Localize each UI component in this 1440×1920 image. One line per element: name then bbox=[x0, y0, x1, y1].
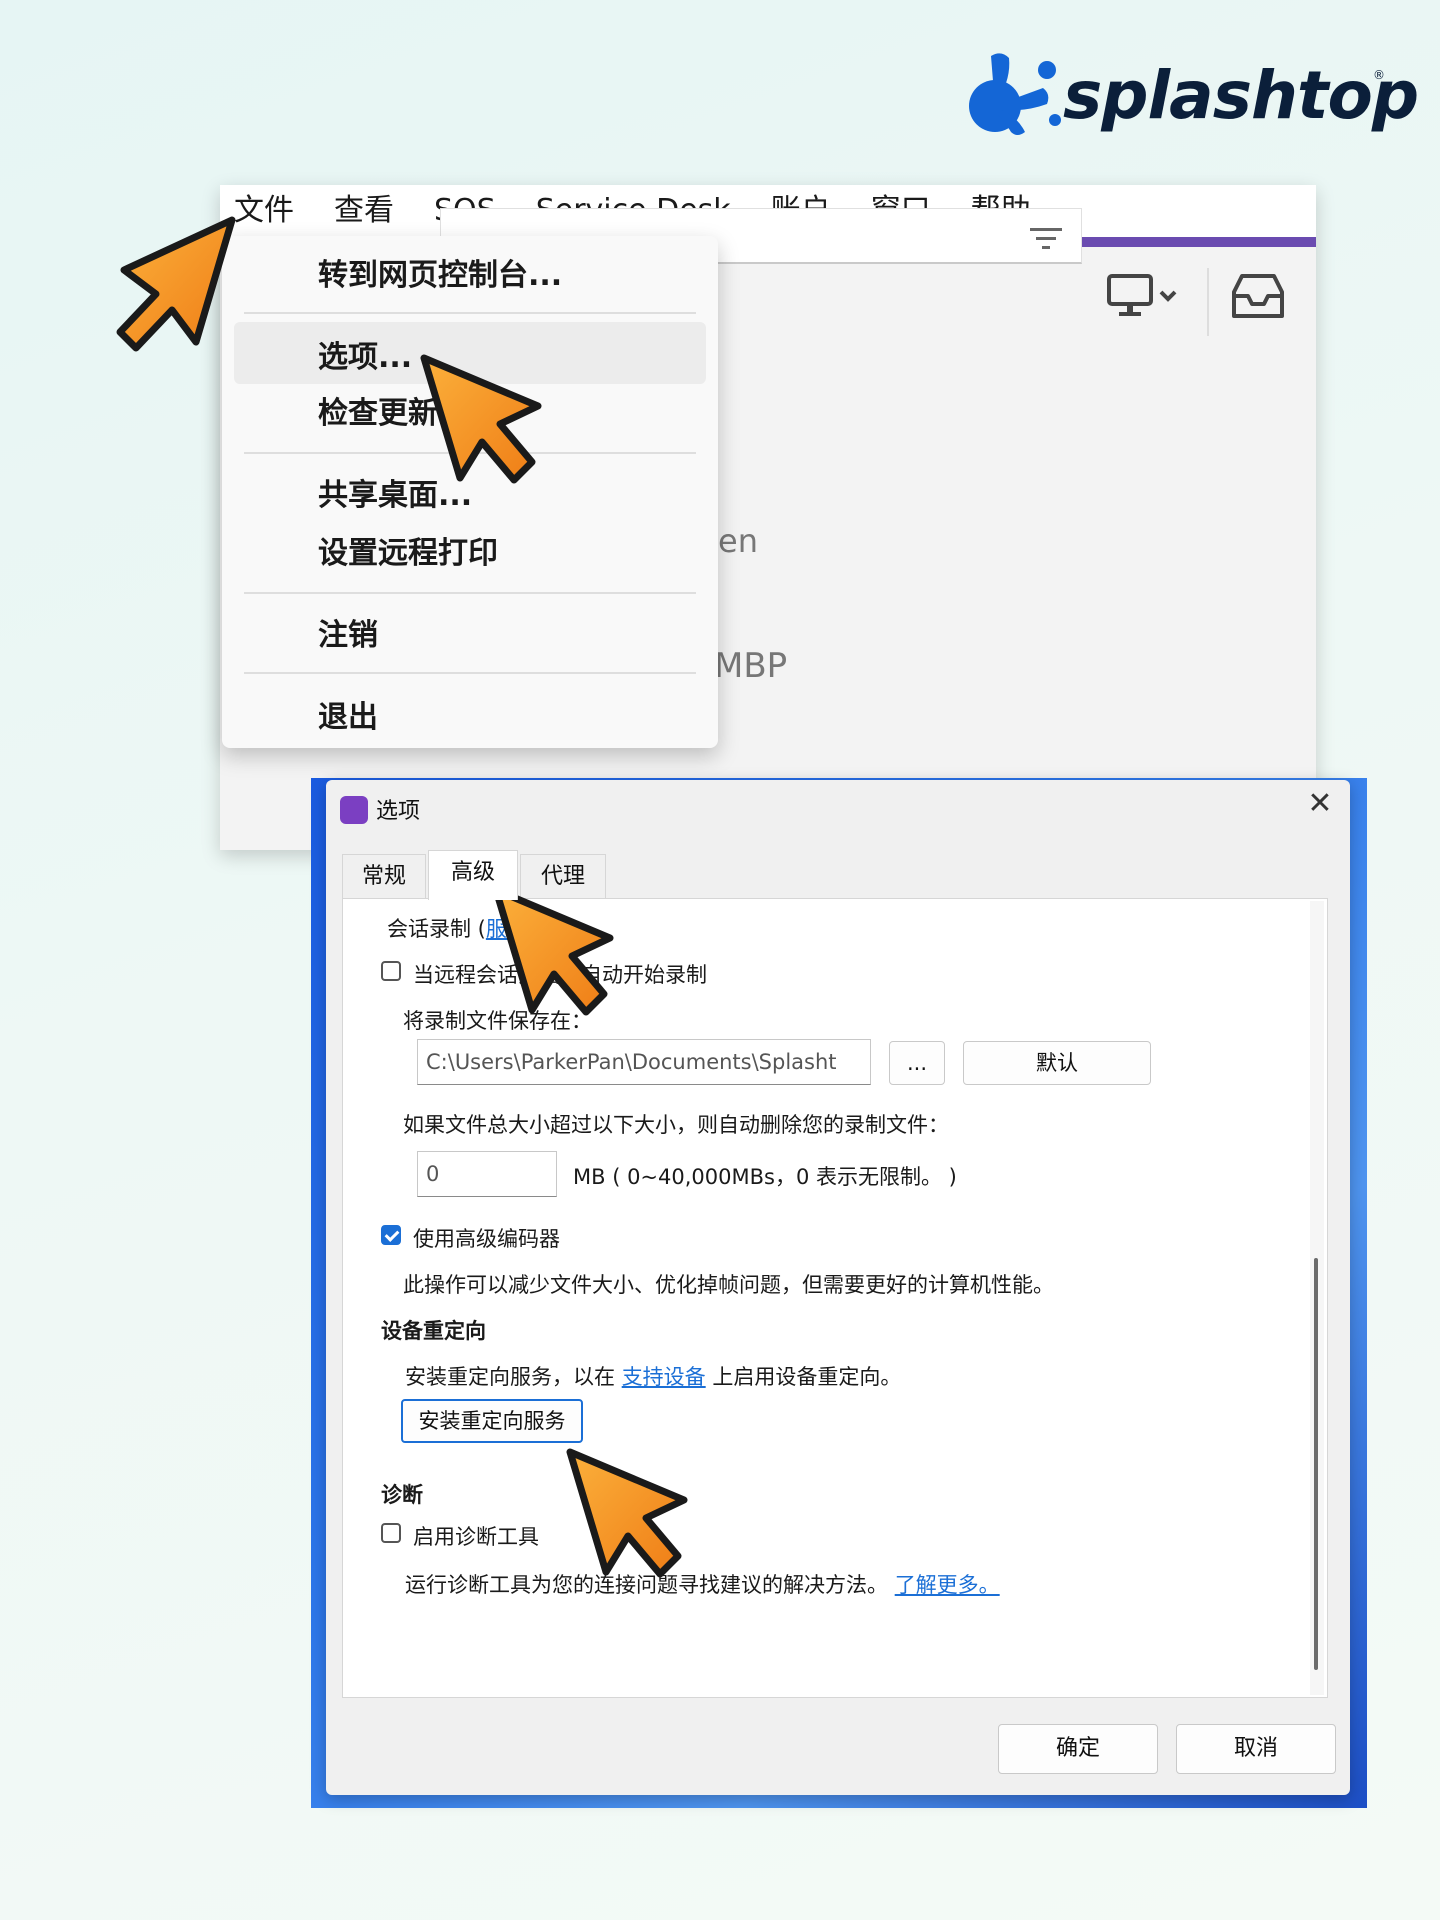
background-text: MBP bbox=[714, 646, 788, 686]
description-suffix: 上启用设备重定向。 bbox=[712, 1365, 902, 1389]
tab-general[interactable]: 常规 bbox=[342, 854, 426, 898]
diagnostics-checkbox[interactable] bbox=[381, 1523, 401, 1543]
app-icon bbox=[340, 796, 368, 824]
learn-more-link[interactable]: 了解更多。 bbox=[895, 1573, 1000, 1597]
advanced-codec-checkbox[interactable] bbox=[381, 1225, 401, 1245]
close-icon[interactable]: ✕ bbox=[1302, 786, 1338, 822]
device-redirection-heading: 设备重定向 bbox=[381, 1319, 486, 1343]
menu-file[interactable]: 文件 bbox=[234, 185, 294, 237]
size-limit-input[interactable]: 0 bbox=[417, 1151, 557, 1197]
save-path-input[interactable]: C:\Users\ParkerPan\Documents\Splasht bbox=[417, 1039, 871, 1085]
cursor-arrow-icon bbox=[420, 354, 542, 484]
session-recording-heading-text: 会话录制 ( bbox=[387, 917, 486, 941]
advanced-codec-description: 此操作可以减少文件大小、优化掉帧问题，但需要更好的计算机性能。 bbox=[403, 1273, 1054, 1297]
advanced-codec-label: 使用高级编码器 bbox=[413, 1227, 560, 1251]
install-redirection-service-button[interactable]: 安装重定向服务 bbox=[401, 1399, 583, 1443]
menu-item-remote-print[interactable]: 设置远程打印 bbox=[318, 528, 498, 572]
menu-item-logout[interactable]: 注销 bbox=[318, 610, 378, 654]
registered-mark: ® bbox=[1373, 68, 1385, 82]
splashtop-logo: splashtop ® bbox=[955, 48, 1419, 138]
browse-button[interactable]: ... bbox=[889, 1041, 945, 1085]
size-unit-label: MB ( 0~40,000MBs，0 表示无限制。 ) bbox=[573, 1165, 957, 1189]
description-prefix: 安装重定向服务，以在 bbox=[405, 1365, 615, 1389]
chevron-down-icon bbox=[1159, 290, 1177, 302]
background-text: en bbox=[718, 522, 758, 560]
file-menu-dropdown: 转到网页控制台... 选项... 检查更新 共享桌面... 设置远程打印 注销 … bbox=[222, 236, 718, 748]
menu-divider bbox=[244, 312, 696, 314]
diagnostics-label: 启用诊断工具 bbox=[413, 1525, 539, 1549]
menu-view[interactable]: 查看 bbox=[334, 185, 394, 237]
tab-advanced[interactable]: 高级 bbox=[428, 850, 518, 900]
cursor-arrow-icon bbox=[116, 216, 236, 352]
filter-icon[interactable] bbox=[1028, 226, 1064, 252]
menu-item-exit[interactable]: 退出 bbox=[318, 692, 378, 736]
options-dialog: 选项 ✕ 常规 高级 代理 会话录制 (服务) 当远程会话开始时自动开始录制 将… bbox=[326, 780, 1350, 1795]
brand-name: splashtop bbox=[1063, 57, 1419, 134]
menu-divider bbox=[244, 592, 696, 594]
toolbar-divider bbox=[1207, 268, 1209, 336]
cursor-arrow-icon bbox=[492, 886, 614, 1016]
device-redirection-description: 安装重定向服务，以在 支持设备 上启用设备重定向。 bbox=[405, 1361, 901, 1391]
scrollbar-thumb[interactable] bbox=[1314, 1258, 1318, 1670]
cancel-button[interactable]: 取消 bbox=[1176, 1724, 1336, 1774]
monitor-icon[interactable] bbox=[1105, 270, 1185, 324]
supported-devices-link[interactable]: 支持设备 bbox=[622, 1365, 706, 1389]
diagnostics-description: 运行诊断工具为您的连接问题寻找建议的解决方法。 了解更多。 bbox=[405, 1569, 1000, 1599]
default-button[interactable]: 默认 bbox=[963, 1041, 1151, 1085]
inbox-icon[interactable] bbox=[1228, 270, 1288, 324]
menu-divider bbox=[244, 672, 696, 674]
ok-button[interactable]: 确定 bbox=[998, 1724, 1158, 1774]
menu-item-web-console[interactable]: 转到网页控制台... bbox=[318, 250, 562, 294]
menu-item-options[interactable]: 选项... bbox=[318, 332, 412, 376]
splashtop-logo-icon bbox=[969, 53, 1061, 135]
diagnostics-heading: 诊断 bbox=[381, 1483, 423, 1507]
size-limit-label: 如果文件总大小超过以下大小，则自动删除您的录制文件： bbox=[403, 1113, 949, 1137]
auto-record-checkbox[interactable] bbox=[381, 961, 401, 981]
dialog-title: 选项 bbox=[376, 799, 421, 824]
cursor-arrow-icon bbox=[566, 1448, 688, 1578]
